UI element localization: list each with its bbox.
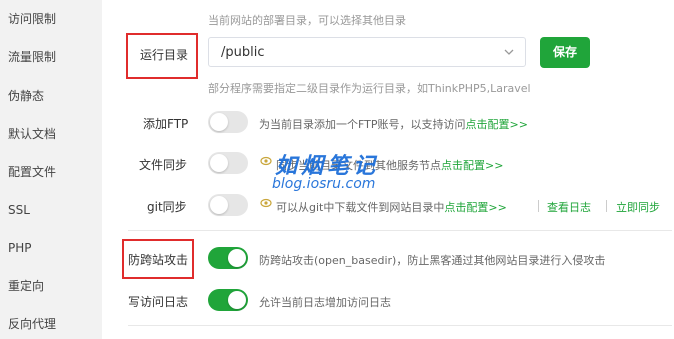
- ftp-desc-text: 为当前目录添加一个FTP账号，以支持访问: [259, 118, 466, 131]
- run-dir-hint: 部分程序需要指定二级目录作为运行目录，如ThinkPHP5,Laravel: [208, 82, 531, 95]
- toggle-knob: [228, 291, 246, 309]
- git-sync-desc-text: 可以从git中下载文件到网站目录中: [276, 201, 445, 214]
- ftp-toggle[interactable]: [208, 111, 248, 133]
- sidebar-item-redirect[interactable]: 重定向: [8, 279, 44, 293]
- run-dir-value: /public: [221, 45, 265, 60]
- ftp-config-link[interactable]: 点击配置>>: [466, 118, 528, 131]
- ftp-label: 添加FTP: [143, 117, 189, 131]
- anti-xss-desc: 防跨站攻击(open_basedir)，防止黑客通过其他网站目录进行入侵攻击: [259, 254, 606, 267]
- divider: [606, 200, 607, 212]
- sidebar-item-php[interactable]: PHP: [8, 241, 32, 255]
- section-divider: [128, 325, 672, 326]
- save-button[interactable]: 保存: [540, 37, 590, 68]
- sidebar-item-default-doc[interactable]: 默认文档: [8, 127, 56, 141]
- ftp-desc: 为当前目录添加一个FTP账号，以支持访问点击配置>>: [259, 116, 528, 132]
- chevron-down-icon: [504, 49, 514, 55]
- sidebar-item-config-file[interactable]: 配置文件: [8, 165, 56, 179]
- file-sync-label: 文件同步: [139, 158, 188, 172]
- bulb-icon: [260, 156, 272, 166]
- access-log-desc: 允许当前日志增加访问日志: [259, 296, 391, 309]
- section-divider: [128, 230, 672, 231]
- sidebar-item-rewrite[interactable]: 伪静态: [8, 89, 44, 103]
- file-sync-config-link[interactable]: 点击配置>>: [441, 159, 503, 172]
- sync-now-link[interactable]: 立即同步: [616, 199, 660, 215]
- deploy-dir-hint: 当前网站的部署目录，可以选择其他目录: [208, 14, 406, 27]
- sidebar-item-reverse-proxy[interactable]: 反向代理: [8, 317, 56, 331]
- git-sync-config-link[interactable]: 点击配置>>: [444, 201, 506, 214]
- file-sync-toggle[interactable]: [208, 152, 248, 174]
- run-dir-select[interactable]: /public: [208, 37, 526, 67]
- bulb-icon: [260, 198, 272, 208]
- anti-xss-toggle[interactable]: [208, 247, 248, 269]
- toggle-knob: [210, 154, 228, 172]
- watermark-subtitle: blog.iosru.com: [272, 176, 376, 192]
- toggle-knob: [210, 113, 228, 131]
- access-log-toggle[interactable]: [208, 289, 248, 311]
- anti-xss-label: 防跨站攻击: [128, 253, 189, 267]
- sidebar-item-access-limit[interactable]: 访问限制: [8, 12, 56, 26]
- git-sync-desc: 可以从git中下载文件到网站目录中点击配置>>: [276, 199, 507, 215]
- divider: [538, 200, 539, 212]
- sidebar-item-traffic-limit[interactable]: 流量限制: [8, 50, 56, 64]
- git-sync-toggle[interactable]: [208, 194, 248, 216]
- sidebar-item-ssl[interactable]: SSL: [8, 203, 30, 217]
- git-sync-label: git同步: [147, 200, 187, 214]
- run-dir-label: 运行目录: [140, 48, 189, 62]
- access-log-label: 写访问日志: [128, 295, 189, 309]
- toggle-knob: [228, 249, 246, 267]
- toggle-knob: [210, 196, 228, 214]
- view-log-link[interactable]: 查看日志: [547, 199, 591, 215]
- sidebar: 访问限制 流量限制 伪静态 默认文档 配置文件 SSL PHP 重定向 反向代理: [0, 0, 102, 339]
